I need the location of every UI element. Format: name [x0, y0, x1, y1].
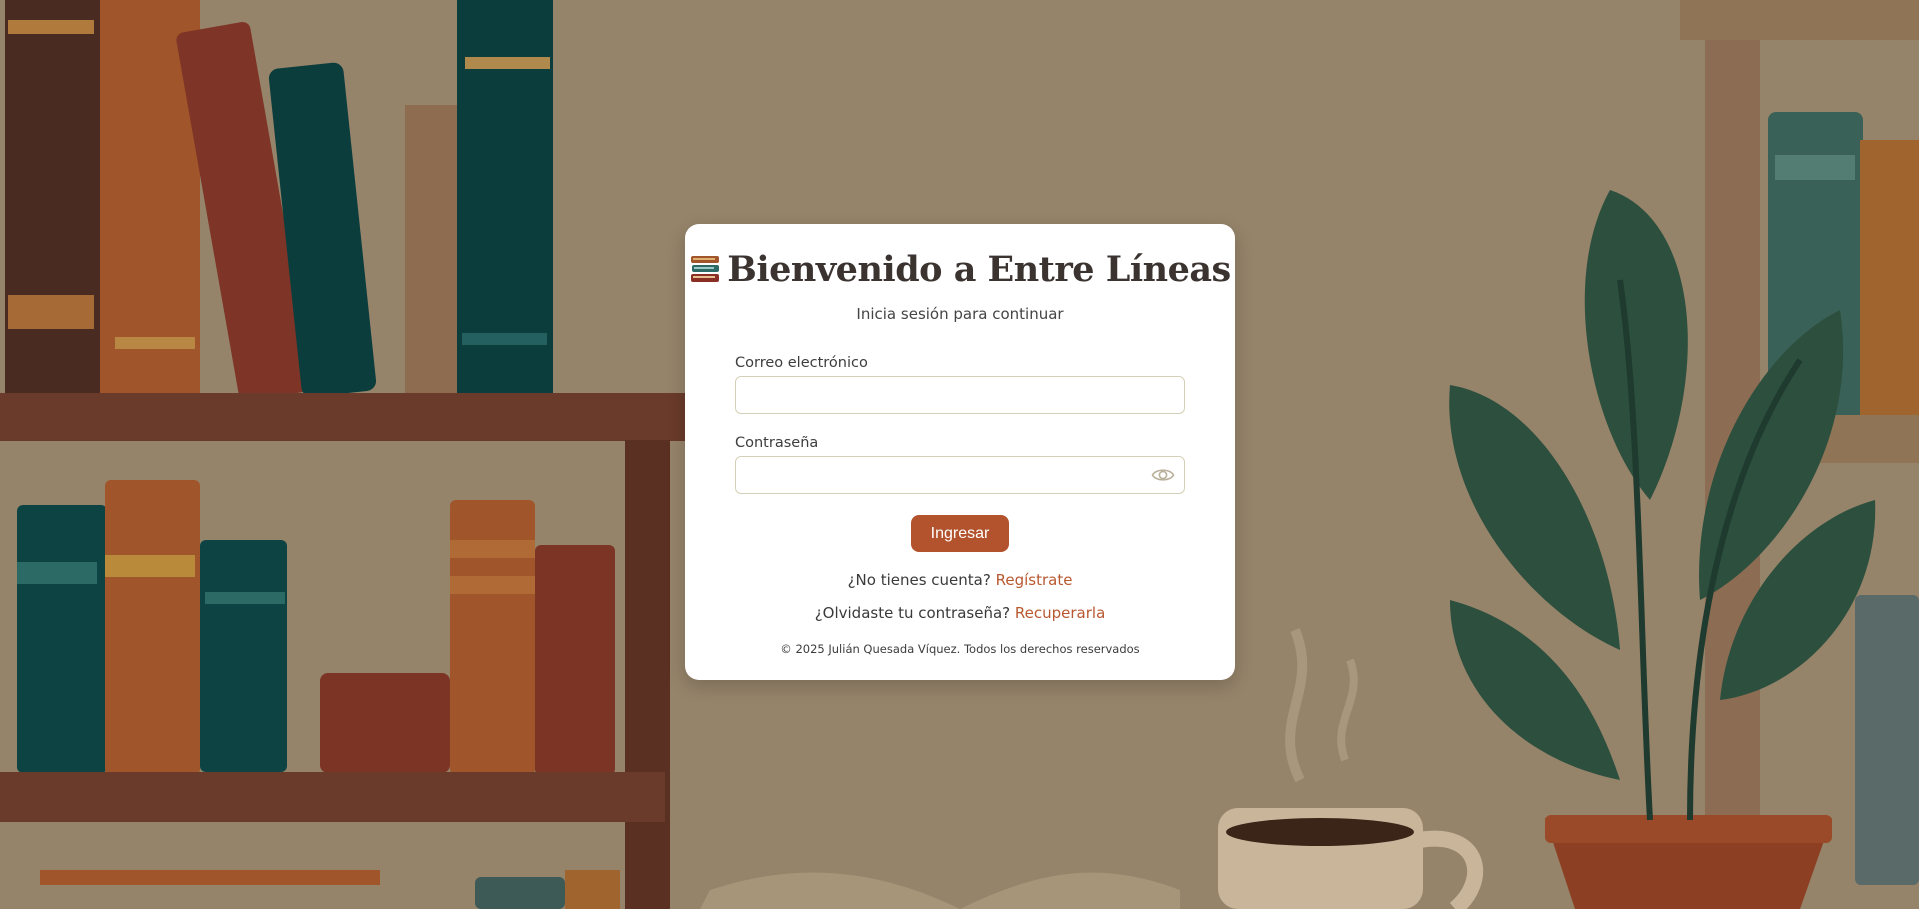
- register-prompt: ¿No tienes cuenta?: [847, 571, 991, 589]
- recover-password-link[interactable]: Recuperarla: [1015, 604, 1105, 622]
- header: Bienvenido a Entre Líneas: [691, 246, 1231, 292]
- login-button[interactable]: Ingresar: [910, 515, 1010, 552]
- recover-prompt: ¿Olvidaste tu contraseña?: [814, 604, 1011, 622]
- email-field[interactable]: [735, 376, 1185, 414]
- register-link[interactable]: Regístrate: [996, 571, 1073, 589]
- password-field-wrapper: [735, 456, 1185, 494]
- password-label: Contraseña: [735, 435, 819, 451]
- copyright-footer: © 2025 Julián Quesada Víquez. Todos los …: [780, 642, 1140, 656]
- recover-line: ¿Olvidaste tu contraseña? Recuperarla: [735, 604, 1185, 624]
- register-line: ¿No tienes cuenta? Regístrate: [735, 571, 1185, 591]
- email-field-wrapper: [735, 376, 1185, 414]
- login-card: Bienvenido a Entre Líneas Inicia sesión …: [685, 224, 1235, 680]
- books-icon: [689, 253, 721, 285]
- eye-icon[interactable]: [1151, 464, 1175, 486]
- email-label: Correo electrónico: [735, 355, 868, 371]
- subtitle: Inicia sesión para continuar: [856, 305, 1064, 323]
- password-field[interactable]: [735, 456, 1185, 494]
- page-title: Bienvenido a Entre Líneas: [727, 248, 1231, 290]
